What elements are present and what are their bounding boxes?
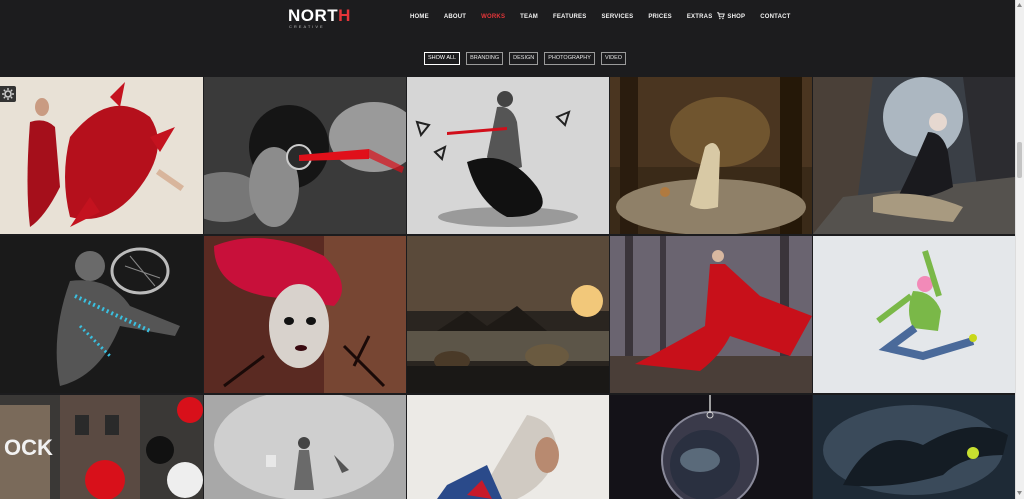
portfolio-item-jumping-dancer[interactable] <box>813 236 1015 393</box>
portfolio-item-graffiti-street[interactable]: OCK <box>0 395 203 499</box>
nav-item-services[interactable]: SERVICES <box>601 13 633 21</box>
filter-show-all[interactable]: SHOW ALL <box>424 52 461 65</box>
scroll-up-arrow-icon[interactable] <box>1016 2 1023 8</box>
portfolio-item-red-dress-forest[interactable] <box>610 236 812 393</box>
filter-design[interactable]: DESIGN <box>509 52 539 65</box>
shopping-cart-icon[interactable] <box>717 12 725 20</box>
brand-logo[interactable]: NORTH <box>288 7 351 24</box>
filter-branding[interactable]: BRANDING <box>466 52 504 65</box>
main-nav: HOME ABOUT WORKS TEAM FEATURES SERVICES … <box>410 13 806 21</box>
nav-item-about[interactable]: ABOUT <box>444 13 466 21</box>
portfolio-item-woman-red-paint[interactable] <box>0 77 203 234</box>
scroll-thumb[interactable] <box>1017 142 1022 178</box>
portfolio-item-abstract-profile[interactable] <box>407 395 609 499</box>
portfolio-item-sunset-shore[interactable] <box>407 236 609 393</box>
nav-item-works[interactable]: WORKS <box>481 13 505 21</box>
brand-accent-letter: H <box>338 6 351 25</box>
brand-name: NORT <box>288 6 339 25</box>
scroll-down-arrow-icon[interactable] <box>1016 490 1023 496</box>
nav-item-extras[interactable]: EXTRAS <box>687 13 713 21</box>
portfolio-item-dancer-triangles[interactable] <box>407 77 609 234</box>
filter-video[interactable]: VIDEO <box>600 52 627 65</box>
portfolio-item-misty-figure[interactable] <box>204 395 406 499</box>
nav-item-features[interactable]: FEATURES <box>553 13 587 21</box>
portfolio-item-forest-fantasy[interactable] <box>610 77 812 234</box>
portfolio-item-headphones[interactable] <box>204 77 406 234</box>
filter-photography[interactable]: PHOTOGRAPHY <box>544 52 595 65</box>
nav-item-contact[interactable]: CONTACT <box>760 13 790 21</box>
portfolio-item-red-headdress[interactable] <box>204 236 406 393</box>
portfolio-grid: OCK <box>0 77 1017 499</box>
svg-text:OCK: OCK <box>4 435 53 460</box>
portfolio-item-gothic-girl[interactable] <box>813 77 1015 234</box>
brand-tagline: CREATIVE <box>289 24 325 29</box>
nav-item-prices[interactable]: PRICES <box>648 13 672 21</box>
page-scrollbar[interactable] <box>1015 0 1024 499</box>
nav-item-team[interactable]: TEAM <box>520 13 538 21</box>
nav-item-home[interactable]: HOME <box>410 13 429 21</box>
portfolio-item-tennis-player[interactable] <box>0 236 203 393</box>
portfolio-item-glass-planet[interactable] <box>610 395 812 499</box>
gear-icon <box>2 88 14 100</box>
portfolio-item-ink-splash-dancer[interactable] <box>813 395 1015 499</box>
portfolio-filters: SHOW ALL BRANDING DESIGN PHOTOGRAPHY VID… <box>424 52 627 65</box>
site-header: NORTH CREATIVE HOME ABOUT WORKS TEAM FEA… <box>0 0 1015 40</box>
nav-item-shop[interactable]: SHOP <box>727 13 745 21</box>
settings-toggle[interactable] <box>0 86 16 102</box>
